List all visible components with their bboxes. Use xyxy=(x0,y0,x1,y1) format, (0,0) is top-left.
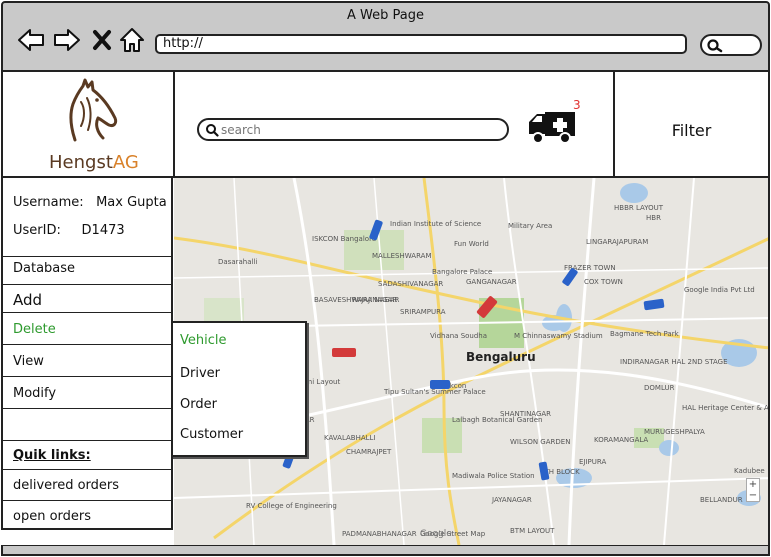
userid-value: D1473 xyxy=(81,223,125,238)
brand-name-part1: Hengst xyxy=(49,152,113,173)
userid-row: UserID: D1473 xyxy=(13,223,125,238)
map-label: Military Area xyxy=(508,222,553,230)
map-label: M Chinnaswamy Stadium xyxy=(514,332,603,340)
search-input[interactable] xyxy=(221,121,491,138)
map-label: SADASHIVANAGAR xyxy=(378,280,444,288)
notification-badge: 3 xyxy=(573,98,581,112)
window-title: A Web Page xyxy=(347,8,424,23)
vehicle-marker[interactable] xyxy=(332,348,356,357)
forward-icon[interactable] xyxy=(53,27,81,53)
map-city-label: Bengaluru xyxy=(466,350,536,364)
map-label: DOMLUR xyxy=(644,384,675,392)
map-label: Google India Pvt Ltd xyxy=(684,286,755,294)
map-label: SRIRAMPURA xyxy=(400,308,446,316)
close-icon[interactable] xyxy=(91,27,119,53)
username-label: Username: xyxy=(13,195,84,210)
sidebar-item-empty xyxy=(3,408,171,440)
map-label: HAL Heritage Center & Aerospace Museum xyxy=(682,404,769,412)
map-label: MALLESHWARAM xyxy=(372,252,432,260)
submenu-item-driver[interactable]: Driver xyxy=(180,366,220,381)
browser-search-box[interactable] xyxy=(700,34,762,56)
quick-link-delivered-orders[interactable]: delivered orders xyxy=(3,469,171,500)
map-label: Bangalore Palace xyxy=(432,268,493,276)
browser-bottom-bar xyxy=(1,545,770,556)
zoom-in-button[interactable]: + xyxy=(747,479,759,490)
map-label: BTM LAYOUT xyxy=(510,527,555,535)
map-label: COX TOWN xyxy=(584,278,623,286)
map-label: CHAMRAJPET xyxy=(346,448,392,456)
browser-window: A Web Page http:// HengstAG search 3 Fil… xyxy=(0,0,771,557)
sidebar-item-add[interactable]: Add xyxy=(3,284,171,312)
search-area: 3 xyxy=(175,72,615,178)
map-label: KORAMANGALA xyxy=(594,436,649,444)
map-label: LINGARAJAPURAM xyxy=(586,238,649,246)
userid-label: UserID: xyxy=(13,223,61,238)
submenu-item-vehicle[interactable]: Vehicle xyxy=(180,333,227,348)
back-icon[interactable] xyxy=(17,27,45,53)
map-label: GANGANAGAR xyxy=(466,278,517,286)
map-label: MURUGESHPALYA xyxy=(644,428,705,436)
sidebar-item-modify[interactable]: Modify xyxy=(3,376,171,408)
map-label: Vidhana Soudha xyxy=(430,332,488,340)
filter-button[interactable]: Filter xyxy=(615,121,768,140)
zoom-out-button[interactable]: − xyxy=(747,490,759,501)
app-header: HengstAG 3 Filter xyxy=(1,72,770,178)
map-zoom-control: + − xyxy=(746,478,760,502)
map-label: RAJAJINAGAR xyxy=(352,296,398,304)
filter-area[interactable]: Filter xyxy=(615,72,768,178)
map-label: JAYANAGAR xyxy=(492,496,532,504)
sidebar-item-delete[interactable]: Delete xyxy=(3,312,171,344)
map-label: PADMANABHANAGAR xyxy=(342,530,417,538)
map-label: WILSON GARDEN xyxy=(510,438,571,446)
map-label: KAVALABHALLI xyxy=(324,434,376,442)
map-label: Bagmane Tech Park xyxy=(610,330,679,338)
sidebar: Username: Max Gupta UserID: D1473 Databa… xyxy=(1,178,173,530)
username-value: Max Gupta xyxy=(96,195,167,210)
search-icon xyxy=(206,124,219,137)
url-bar[interactable]: http:// xyxy=(155,34,687,54)
submenu-item-order[interactable]: Order xyxy=(180,397,217,412)
map-label: RV College of Engineering xyxy=(246,502,337,510)
logo-area[interactable]: HengstAG xyxy=(3,72,175,178)
map-label: SHANTINAGAR xyxy=(500,410,552,418)
map-label: INDIRANAGAR HAL 2ND STAGE xyxy=(620,358,728,366)
map-label: Madiwala Police Station xyxy=(452,472,535,480)
map-label: Fun World xyxy=(454,240,489,248)
map-label: ISKCON Bangalore xyxy=(312,235,377,243)
brand-name: HengstAG xyxy=(49,152,139,173)
quick-link-open-orders[interactable]: open orders xyxy=(3,500,171,528)
sidebar-item-database[interactable]: Database xyxy=(3,256,171,284)
map-label: Indian Institute of Science xyxy=(390,220,482,228)
map-label: Dasarahalli xyxy=(218,258,258,266)
map-label: EJIPURA xyxy=(579,458,607,466)
vehicle-marker[interactable] xyxy=(430,380,450,389)
ambulance-icon[interactable] xyxy=(527,110,577,150)
map-label: Kadubee xyxy=(734,467,765,475)
map-label: HBR xyxy=(646,214,661,222)
quick-links-label: Quik links: xyxy=(3,440,171,469)
map-label: Tipu Sultan's Summer Palace xyxy=(384,388,486,396)
map-attribution: Google xyxy=(420,529,452,539)
brand-name-part2: AG xyxy=(112,152,139,173)
search-icon xyxy=(707,39,723,53)
home-icon[interactable] xyxy=(119,27,147,53)
sidebar-item-view[interactable]: View xyxy=(3,344,171,376)
map-label: HBBR LAYOUT xyxy=(614,204,664,212)
username-row: Username: Max Gupta xyxy=(13,195,167,210)
map-label: BELLANDUR xyxy=(700,496,743,504)
submenu-item-customer[interactable]: Customer xyxy=(180,427,243,442)
horse-logo-icon xyxy=(69,78,118,142)
delete-submenu: Vehicle Driver Order Customer xyxy=(171,321,307,457)
search-field[interactable] xyxy=(197,118,509,141)
browser-chrome: A Web Page http:// xyxy=(1,1,770,72)
